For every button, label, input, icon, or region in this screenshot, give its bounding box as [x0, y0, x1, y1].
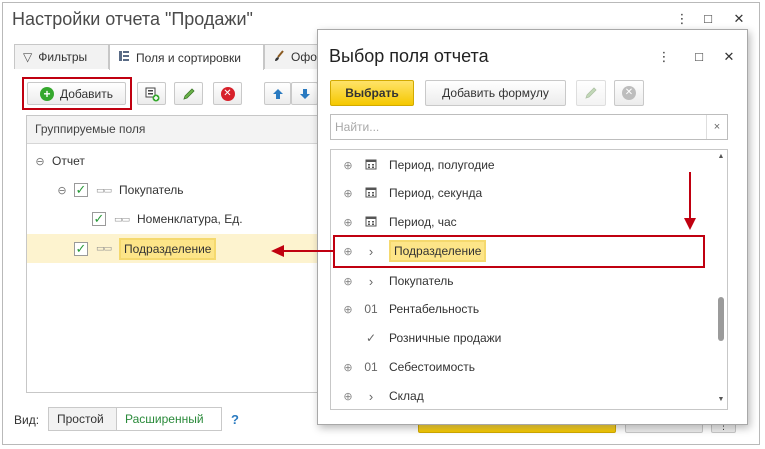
annotation-arrows [271, 172, 696, 257]
arrow-left-head [271, 245, 284, 257]
arrow-down-head [684, 218, 696, 230]
